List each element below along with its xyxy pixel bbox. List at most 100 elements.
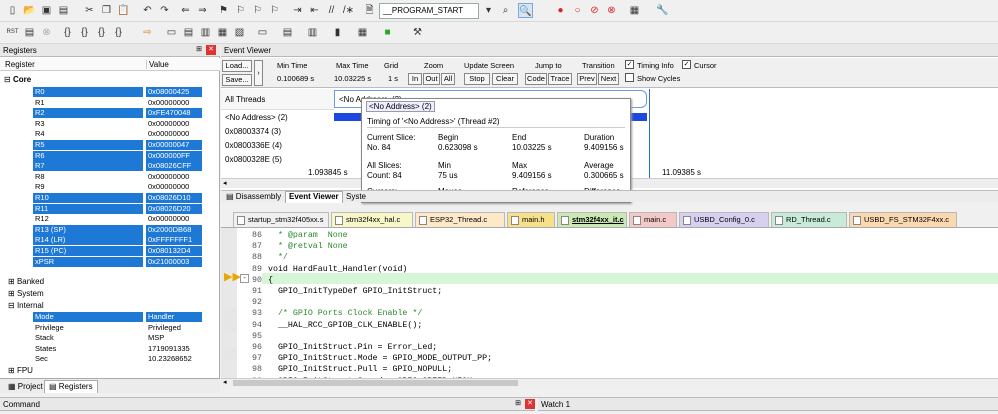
register-row[interactable]: R11 0x08026D20 (0, 203, 220, 214)
register-row[interactable]: R12 0x00000000 (0, 214, 220, 224)
step-over-icon[interactable]: {} (77, 25, 92, 40)
stop-icon[interactable]: ⊗ (39, 25, 54, 40)
configure-icon[interactable]: 🔧 (655, 3, 670, 18)
pin-icon[interactable]: ⊞ (194, 45, 204, 55)
window-layout-icon[interactable]: ▦ (627, 3, 642, 18)
group-internal[interactable]: ⊟ Internal (8, 301, 44, 310)
register-row[interactable]: R5 0x00000047 (0, 140, 220, 150)
register-value[interactable]: 0x00000047 (148, 140, 189, 150)
paste-icon[interactable]: 📋 (116, 3, 131, 18)
register-value[interactable]: 1719091335 (148, 344, 190, 354)
trace-button[interactable]: Trace (548, 73, 572, 85)
tab-project[interactable]: ▦ Project (4, 381, 47, 392)
analysis-window-icon[interactable]: ▮ (330, 25, 345, 40)
register-row[interactable]: Stack MSP (0, 333, 220, 343)
load-button[interactable]: Load... (222, 60, 252, 72)
register-value[interactable]: 0x08000425 (148, 87, 189, 97)
register-value[interactable]: 0x00000000 (148, 214, 189, 224)
editor-hscroll[interactable]: ◂ (221, 378, 998, 387)
register-value[interactable]: 0x08026D20 (148, 204, 191, 214)
zoom-out-button[interactable]: Out (423, 73, 440, 85)
target-combo[interactable]: __PROGRAM_START (379, 3, 479, 19)
register-row[interactable]: Privilege Privileged (0, 323, 220, 333)
bookmark-icon[interactable]: ⚑ (216, 3, 231, 18)
system-viewer-icon[interactable]: ■ (380, 25, 395, 40)
register-value[interactable]: 0x08026CFF (148, 161, 191, 171)
hscroll-thumb[interactable] (233, 380, 518, 386)
save-all-icon[interactable]: ▤ (56, 3, 71, 18)
editor-gutter[interactable] (221, 228, 237, 384)
register-row[interactable]: States 1719091335 (0, 344, 220, 354)
row-all-threads[interactable]: All Threads (221, 89, 334, 110)
uncomment-icon[interactable]: /∗ (341, 3, 356, 18)
expand-icon[interactable]: › (254, 60, 263, 86)
tab-registers[interactable]: ▤ Registers (44, 380, 98, 393)
register-value[interactable]: 0xFFFFFFF1 (148, 235, 192, 245)
register-row[interactable]: R1 0x00000000 (0, 98, 220, 108)
debug-zoom-icon[interactable]: 🔍 (518, 3, 533, 18)
enable-breakpoint-icon[interactable]: ○ (570, 3, 585, 18)
step-out-icon[interactable]: {} (94, 25, 109, 40)
file-tab[interactable]: startup_stm32f405xx.s (233, 212, 329, 227)
register-value[interactable]: 0x080132D4 (148, 246, 191, 256)
unindent-icon[interactable]: ⇤ (307, 3, 322, 18)
timing-info-checkbox[interactable]: ✓ (625, 60, 634, 69)
serial-window-icon[interactable]: ▥ (305, 25, 320, 40)
register-value[interactable]: 0xFE470048 (148, 108, 191, 118)
register-value[interactable]: 0x2000DB68 (148, 225, 191, 235)
register-row[interactable]: R10 0x08026D10 (0, 193, 220, 203)
register-value[interactable]: 0x000000FF (148, 151, 190, 161)
command-window-icon[interactable]: ▭ (164, 25, 179, 40)
register-value[interactable]: 0x00000000 (148, 129, 189, 139)
disassembly-window-icon[interactable]: ▤ (181, 25, 196, 40)
group-fpu[interactable]: ⊞ FPU (8, 366, 33, 375)
register-row[interactable]: Mode Handler (0, 312, 220, 322)
new-file-icon[interactable]: ▯ (5, 3, 20, 18)
code-button[interactable]: Code (525, 73, 547, 85)
symbols-window-icon[interactable]: ▥ (198, 25, 213, 40)
close-icon[interactable]: ✕ (206, 45, 216, 55)
command-close-icon[interactable]: ✕ (525, 399, 535, 409)
cut-icon[interactable]: ✂ (82, 3, 97, 18)
tab-event-viewer[interactable]: Event Viewer (285, 191, 343, 203)
bookmark-next-icon[interactable]: ⚐ (250, 3, 265, 18)
group-system[interactable]: ⊞ System (8, 289, 44, 298)
register-value[interactable]: 0x00000000 (148, 98, 189, 108)
register-row[interactable]: R7 0x08026CFF (0, 161, 220, 172)
step-into-icon[interactable]: {} (60, 25, 75, 40)
tab-system[interactable]: Syste (343, 192, 369, 201)
registers-window-icon[interactable]: ▦ (215, 25, 230, 40)
cursor-line[interactable] (649, 89, 650, 179)
comment-icon[interactable]: // (324, 3, 339, 18)
row-no-address[interactable]: <No Address> (2) (221, 111, 334, 124)
register-row[interactable]: R0 0x08000425 (0, 87, 220, 97)
register-row[interactable]: R14 (LR) 0xFFFFFFF1 (0, 235, 220, 246)
col-register[interactable]: Register (5, 60, 35, 69)
combo-dropdown-icon[interactable]: ▾ (481, 3, 496, 18)
zoom-all-button[interactable]: All (441, 73, 455, 85)
watch-window-icon[interactable]: ▭ (255, 25, 270, 40)
redo-icon[interactable]: ↷ (157, 3, 172, 18)
register-row[interactable]: R13 (SP) 0x2000DB68 (0, 224, 220, 235)
register-value[interactable]: 0x00000000 (148, 119, 189, 129)
file-tab[interactable]: ESP32_Thread.c (415, 212, 505, 227)
next-button[interactable]: Next (598, 73, 619, 85)
file-tab[interactable]: main.h (507, 212, 555, 227)
show-cycles-checkbox[interactable] (625, 73, 634, 82)
trace-window-icon[interactable]: ▦ (355, 25, 370, 40)
undo-icon[interactable]: ↶ (140, 3, 155, 18)
file-tab[interactable]: stm32f4xx_it.c (557, 212, 627, 227)
bookmark-prev-icon[interactable]: ⚐ (233, 3, 248, 18)
run-icon[interactable]: ▤ (22, 25, 37, 40)
register-value[interactable]: 0x21000003 (148, 257, 189, 267)
register-row[interactable]: xPSR 0x21000003 (0, 256, 220, 267)
run-to-cursor-icon[interactable]: {} (111, 25, 126, 40)
row-addr-3[interactable]: 0x08003374 (3) (221, 125, 334, 138)
reset-icon[interactable]: RST (5, 25, 20, 40)
indent-icon[interactable]: ⇥ (290, 3, 305, 18)
find-icon[interactable]: ⌕ (498, 3, 513, 18)
open-folder-icon[interactable]: 📂 (22, 3, 37, 18)
stop-button[interactable]: Stop (464, 73, 490, 85)
register-value[interactable]: MSP (148, 333, 164, 343)
tab-disassembly[interactable]: ▤ Disassembly (223, 192, 284, 201)
